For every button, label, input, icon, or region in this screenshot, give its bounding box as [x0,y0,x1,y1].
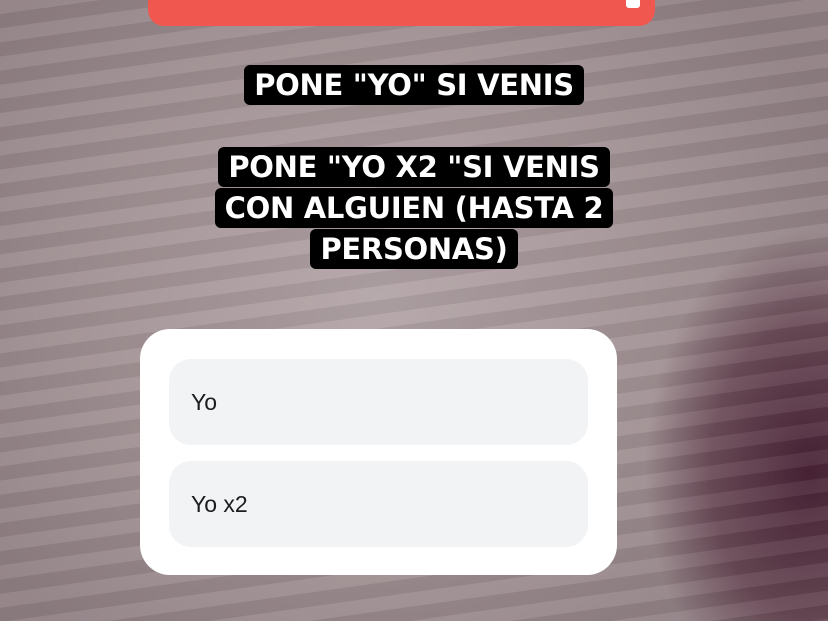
caption-yo-instruction: PONE "YO" SI VENIS [0,65,828,106]
poll-option-label: Yo [191,388,218,415]
caption-yo-x2-instruction: PONE "YO X2 "SI VENIS CON ALGUIEN (HASTA… [0,147,828,270]
poll-card: Yo Yo x2 [140,329,617,575]
caption-text: PONE "YO" SI VENIS [244,65,584,105]
banner-text-fragment [626,0,640,8]
poll-option-label: Yo x2 [191,490,248,517]
poll-option-yo-x2[interactable]: Yo x2 [169,461,588,547]
caption-text: PONE "YO X2 "SI VENIS CON ALGUIEN (HASTA… [214,147,614,269]
poll-option-yo[interactable]: Yo [169,359,588,445]
top-banner [148,0,655,26]
